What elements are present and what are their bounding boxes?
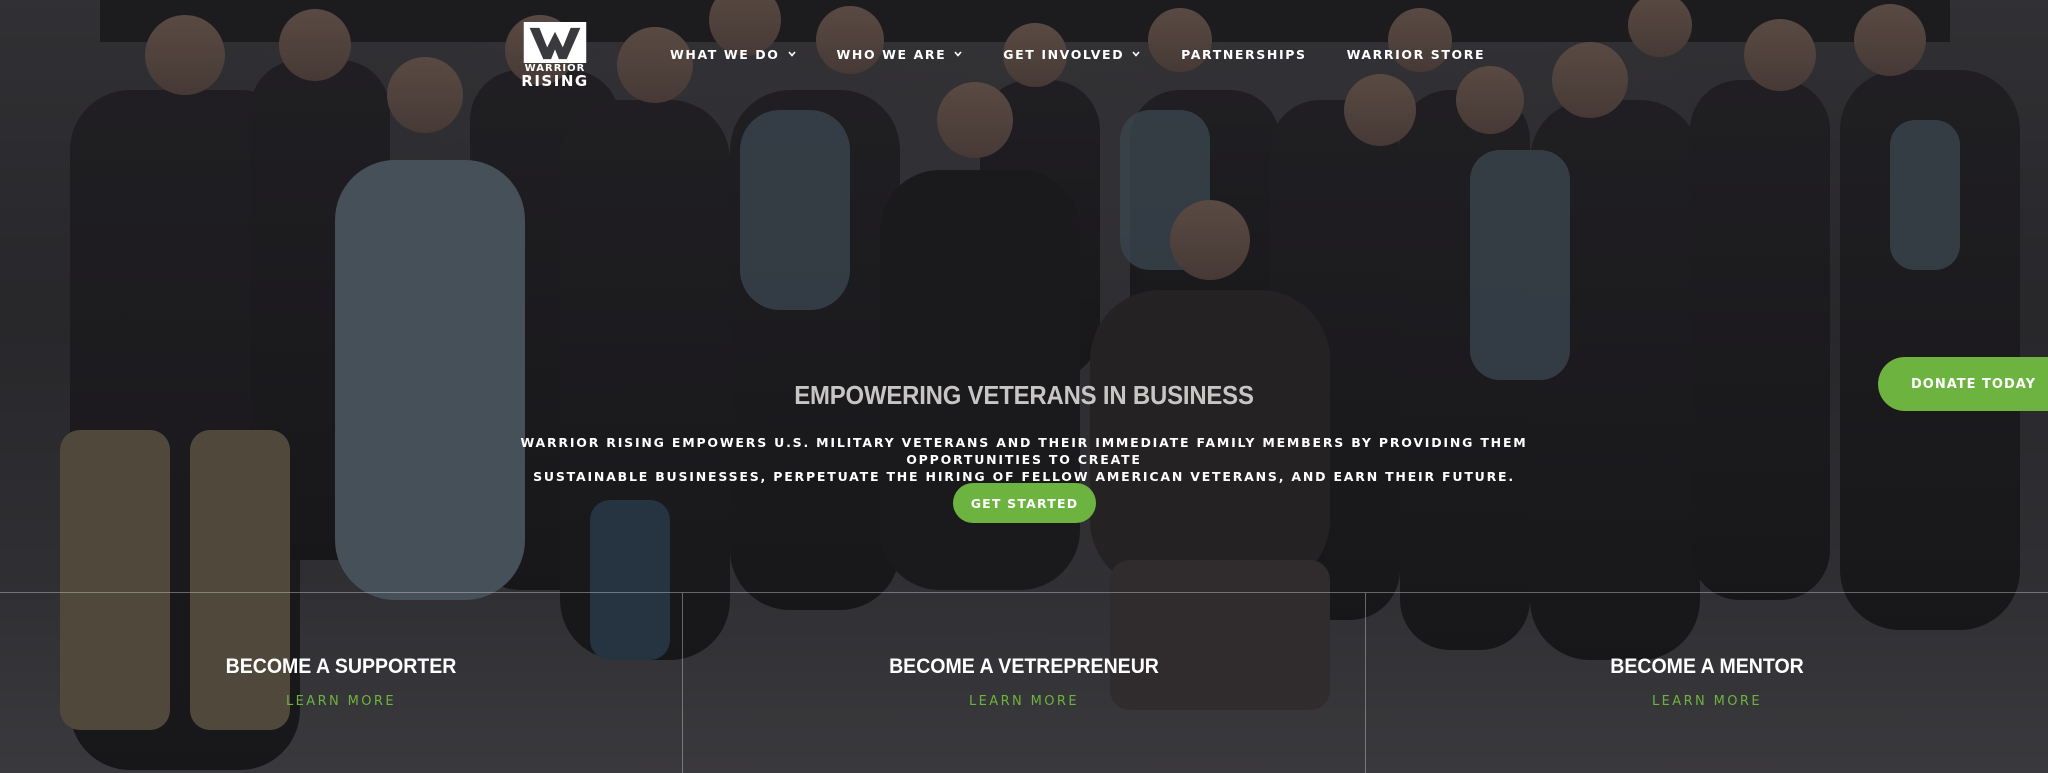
panel-become-mentor[interactable]: BECOME A MENTOR LEARN MORE xyxy=(1365,593,2048,773)
learn-more-link[interactable]: LEARN MORE xyxy=(683,694,1365,709)
nav-item-label: WHO WE ARE xyxy=(836,46,947,62)
panel-title: BECOME A VETREPRENEUR xyxy=(889,655,1159,678)
chevron-down-icon xyxy=(1132,51,1140,57)
nav-item-label: PARTNERSHIPS xyxy=(1181,46,1307,62)
nav-item-partnerships[interactable]: PARTNERSHIPS xyxy=(1181,44,1306,64)
main-navigation: WHAT WE DO WHO WE ARE GET INVOLVED PARTN… xyxy=(670,44,1525,64)
nav-item-warrior-store[interactable]: WARRIOR STORE xyxy=(1347,44,1486,64)
nav-item-what-we-do[interactable]: WHAT WE DO xyxy=(670,44,797,64)
warrior-rising-w-logo-icon xyxy=(523,22,587,63)
nav-item-label: WARRIOR STORE xyxy=(1346,46,1486,62)
panel-title: BECOME A MENTOR xyxy=(1610,655,1804,678)
hero-section: WARRIOR RISING WHAT WE DO WHO WE ARE GET… xyxy=(0,0,2048,773)
get-started-button[interactable]: GET STARTED xyxy=(953,483,1096,523)
learn-more-link[interactable]: LEARN MORE xyxy=(1366,694,2048,709)
hero-description: WARRIOR RISING EMPOWERS U.S. MILITARY VE… xyxy=(474,434,1574,485)
nav-item-label: GET INVOLVED xyxy=(1003,46,1125,62)
panel-title: BECOME A SUPPORTER xyxy=(225,655,457,678)
nav-item-get-involved[interactable]: GET INVOLVED xyxy=(1003,44,1141,64)
hero-headline: EMPOWERING VETERANS IN BUSINESS xyxy=(794,380,1254,410)
panel-become-supporter[interactable]: BECOME A SUPPORTER LEARN MORE xyxy=(0,593,682,773)
nav-item-label: WHAT WE DO xyxy=(670,46,780,62)
learn-more-link[interactable]: LEARN MORE xyxy=(0,694,682,709)
panel-become-vetrepreneur[interactable]: BECOME A VETREPRENEUR LEARN MORE xyxy=(682,593,1365,773)
nav-item-who-we-are[interactable]: WHO WE ARE xyxy=(837,44,964,64)
warrior-rising-logo[interactable]: WARRIOR RISING xyxy=(521,22,589,90)
cta-panels: BECOME A SUPPORTER LEARN MORE BECOME A V… xyxy=(0,592,2048,773)
chevron-down-icon xyxy=(787,51,796,57)
logo-text-rising: RISING xyxy=(521,72,589,90)
hero-description-line-1: WARRIOR RISING EMPOWERS U.S. MILITARY VE… xyxy=(520,435,1528,467)
chevron-down-icon xyxy=(954,51,962,57)
